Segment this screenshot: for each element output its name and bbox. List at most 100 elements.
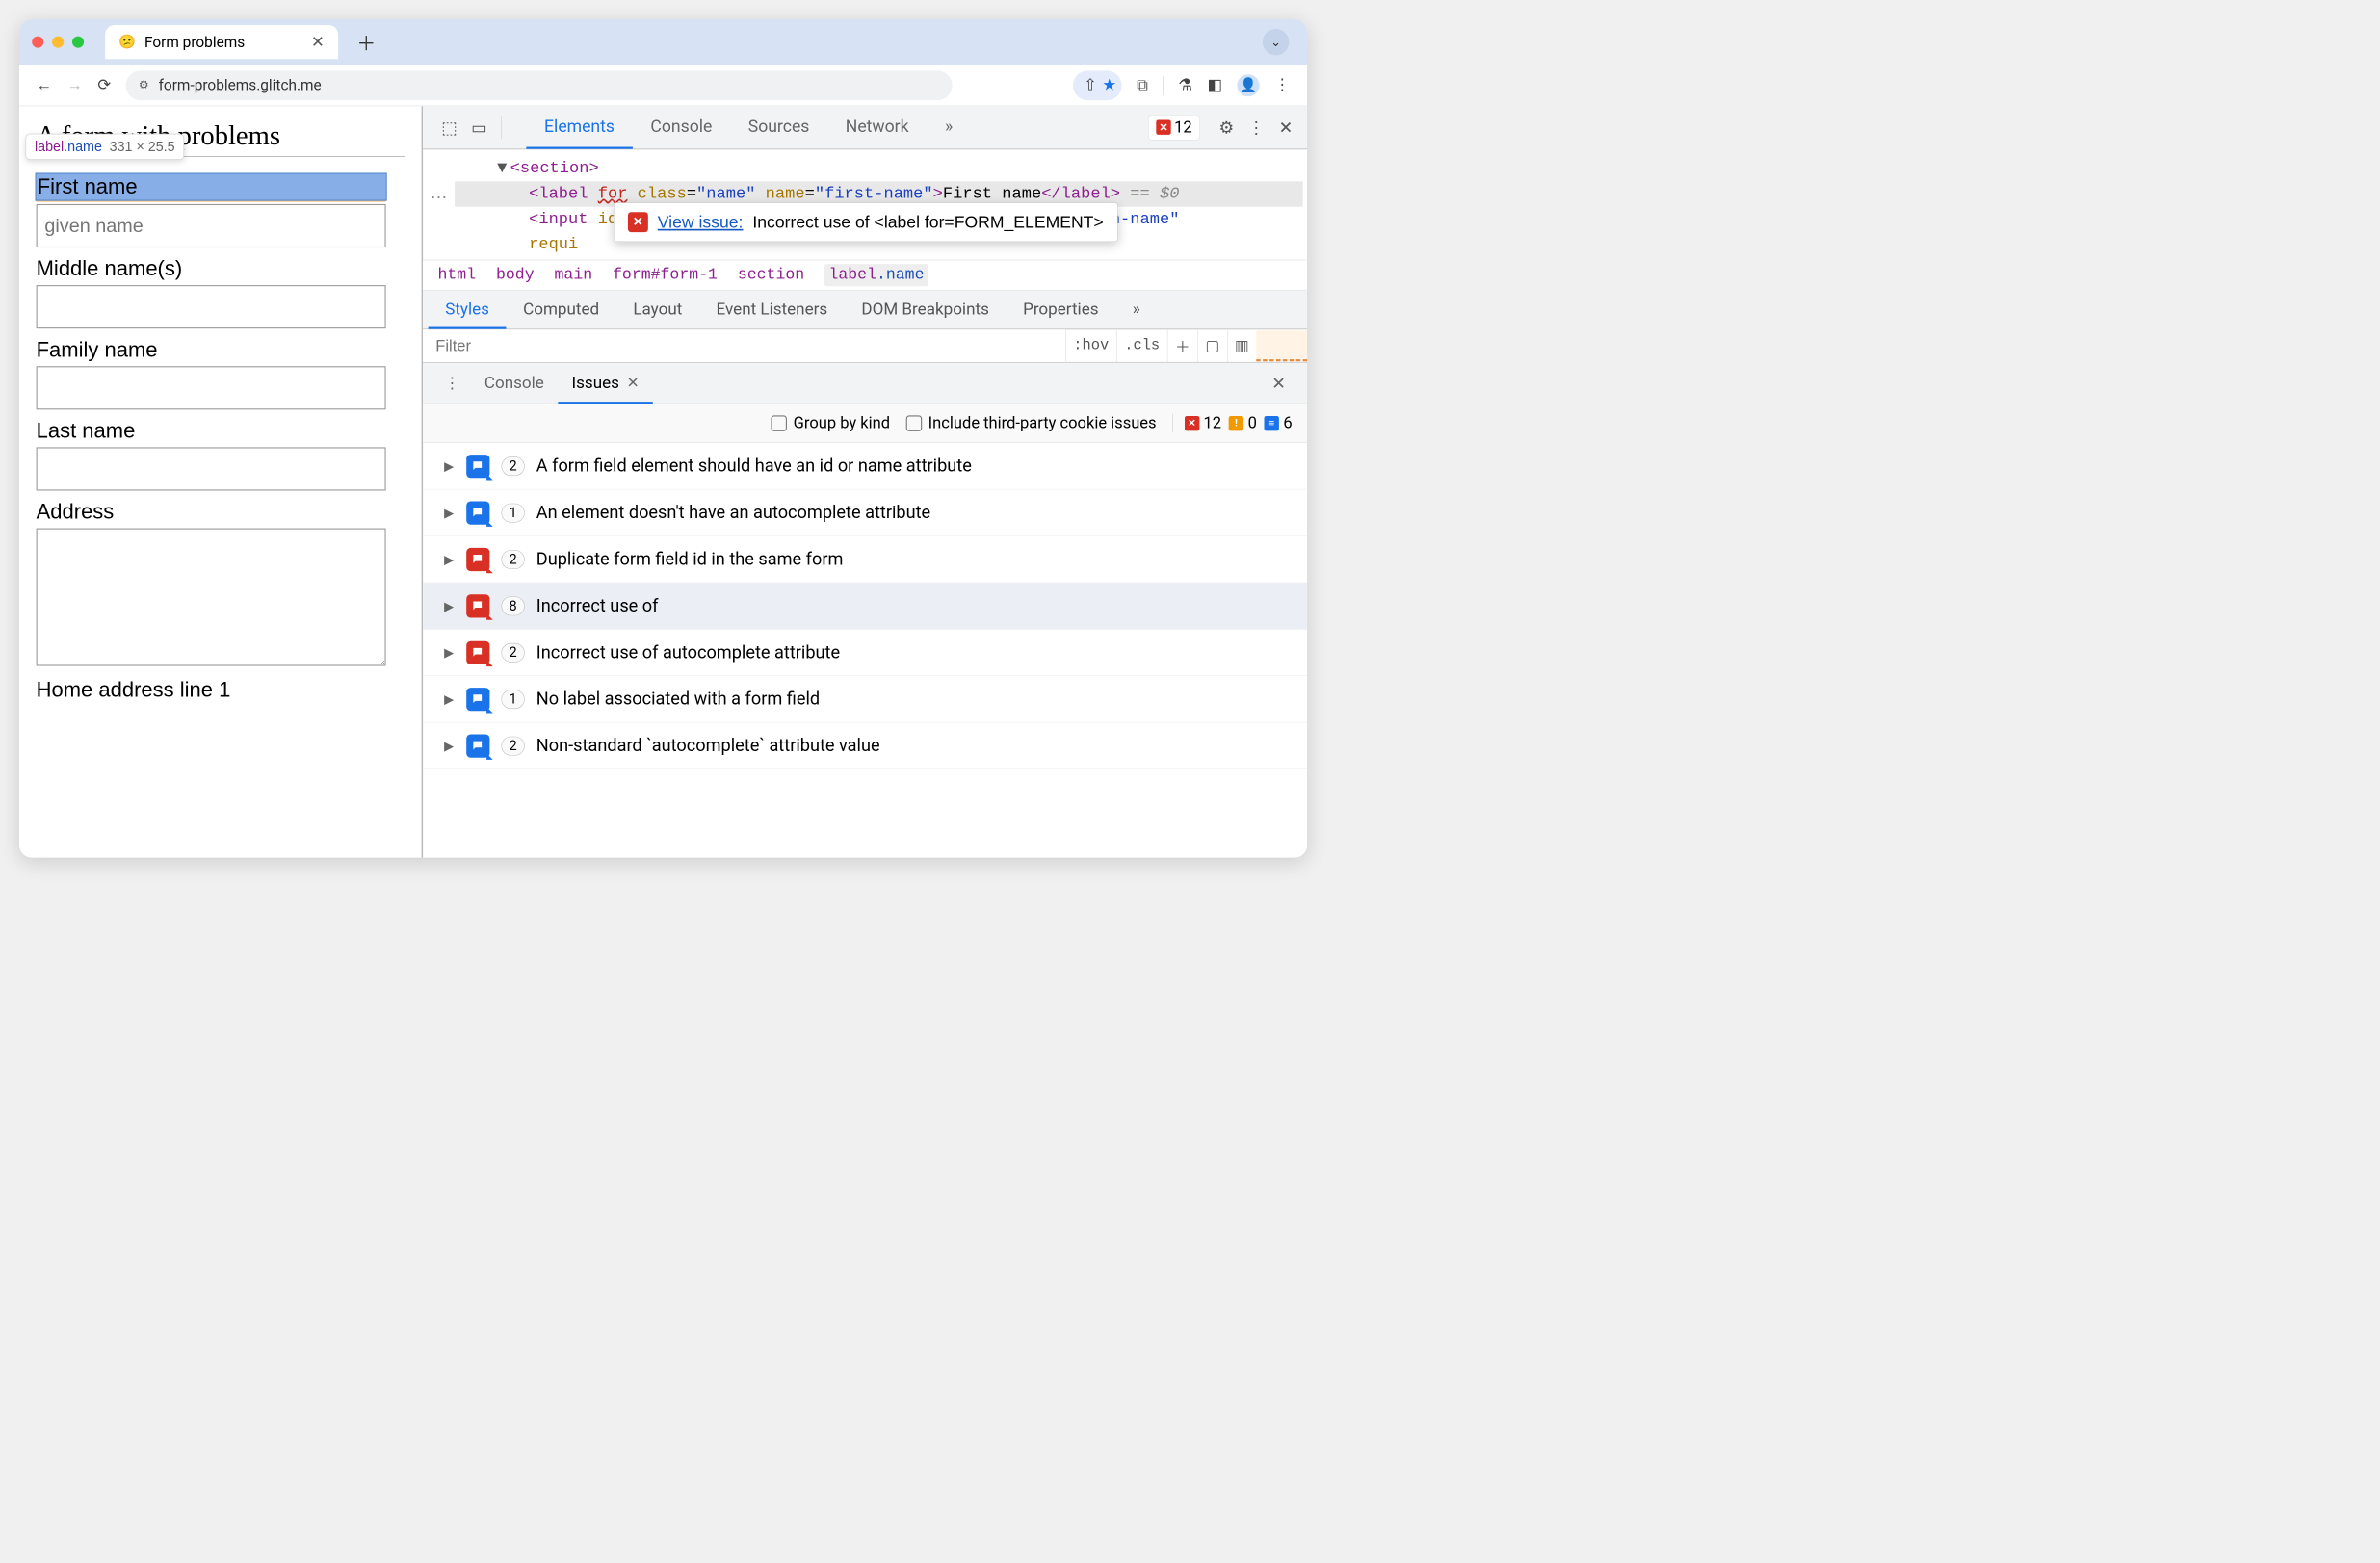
- error-count-badge[interactable]: ✕12: [1185, 414, 1221, 432]
- devtools-panel: ⬚ ▭ Elements Console Sources Network » ✕…: [422, 106, 1307, 857]
- computed-toggle-icon[interactable]: ▥: [1227, 329, 1257, 362]
- last-name-input[interactable]: [37, 447, 386, 490]
- address-textarea[interactable]: [37, 529, 386, 666]
- issue-kind-icon: [466, 688, 489, 711]
- issue-kind-icon: [466, 734, 489, 757]
- properties-tab[interactable]: Properties: [1006, 290, 1115, 329]
- minimize-window[interactable]: [52, 37, 64, 48]
- new-tab-button[interactable]: ＋: [354, 30, 379, 54]
- drawer-menu-icon[interactable]: ⋮: [433, 374, 471, 392]
- dom-breakpoints-tab[interactable]: DOM Breakpoints: [845, 290, 1007, 329]
- computed-tab[interactable]: Computed: [507, 290, 616, 329]
- styles-tab[interactable]: Styles: [429, 290, 507, 329]
- drawer-issues-tab[interactable]: Issues ✕: [558, 362, 653, 404]
- crumb-html[interactable]: html: [438, 266, 477, 284]
- family-name-input[interactable]: [37, 366, 386, 409]
- crumb-main[interactable]: main: [555, 266, 593, 284]
- issue-row[interactable]: ▶8Incorrect use of: [423, 583, 1307, 629]
- profile-avatar-icon[interactable]: 👤: [1237, 74, 1259, 96]
- issue-row[interactable]: ▶2A form field element should have an id…: [423, 443, 1307, 489]
- drawer-close-icon[interactable]: ✕: [1261, 373, 1296, 393]
- crumb-form[interactable]: form#form-1: [613, 266, 718, 284]
- devtools-close-icon[interactable]: ✕: [1272, 117, 1300, 138]
- forward-button[interactable]: →: [67, 76, 84, 94]
- close-window[interactable]: [32, 37, 43, 48]
- expand-icon[interactable]: ▶: [444, 506, 455, 520]
- issue-row[interactable]: ▶1An element doesn't have an autocomplet…: [423, 489, 1307, 535]
- issues-list: ▶2A form field element should have an id…: [423, 443, 1307, 858]
- crumb-section[interactable]: section: [738, 266, 804, 284]
- info-count-badge[interactable]: ≡6: [1265, 414, 1293, 432]
- maximize-window[interactable]: [72, 37, 84, 48]
- include-thirdparty-checkbox[interactable]: Include third-party cookie issues: [906, 414, 1157, 432]
- extensions-icon[interactable]: ⧉: [1137, 76, 1148, 94]
- dom-actions-icon[interactable]: ⋯: [431, 186, 449, 211]
- dom-section: <section>: [510, 159, 599, 177]
- issue-count: 2: [502, 456, 525, 476]
- cls-toggle[interactable]: .cls: [1116, 329, 1167, 362]
- expand-icon[interactable]: ▶: [444, 739, 455, 753]
- panel-overflow-icon[interactable]: »: [1115, 290, 1157, 329]
- inspect-element-icon[interactable]: ⬚: [435, 117, 463, 138]
- close-tab-icon[interactable]: ✕: [311, 33, 325, 51]
- issue-tooltip: ✕ View issue: Incorrect use of <label fo…: [614, 202, 1117, 242]
- styles-filter-input[interactable]: [423, 329, 1065, 362]
- styles-panel-tabs: Styles Computed Layout Event Listeners D…: [423, 291, 1307, 330]
- first-name-input[interactable]: [37, 204, 386, 247]
- group-by-kind-checkbox[interactable]: Group by kind: [772, 414, 891, 432]
- device-toggle-icon[interactable]: ▭: [465, 117, 493, 138]
- dom-breadcrumb[interactable]: html body main form#form-1 section label…: [423, 260, 1307, 291]
- layout-tab[interactable]: Layout: [616, 290, 699, 329]
- console-tab[interactable]: Console: [633, 106, 730, 149]
- close-drawer-tab-icon[interactable]: ✕: [627, 374, 640, 391]
- issue-count: 2: [502, 736, 525, 755]
- sources-tab[interactable]: Sources: [730, 106, 827, 149]
- settings-gear-icon[interactable]: ⚙: [1213, 117, 1241, 138]
- warn-count-badge[interactable]: !0: [1229, 414, 1257, 432]
- last-name-label: Last name: [37, 419, 405, 443]
- bookmark-star-icon[interactable]: ★: [1102, 76, 1116, 94]
- expand-icon[interactable]: ▶: [444, 691, 455, 706]
- drawer-tabs: ⋮ Console Issues ✕ ✕: [423, 362, 1307, 404]
- lab-icon[interactable]: ⚗: [1178, 76, 1192, 94]
- panel-icon[interactable]: ◧: [1207, 76, 1222, 94]
- dom-tree[interactable]: ▼<section> ⋯ <label for class="name" nam…: [423, 149, 1307, 259]
- style-brush-icon[interactable]: ▢: [1197, 329, 1227, 362]
- network-tab[interactable]: Network: [827, 106, 927, 149]
- kebab-menu-icon[interactable]: ⋮: [1274, 76, 1291, 94]
- hov-toggle[interactable]: :hov: [1065, 329, 1116, 362]
- middle-names-input[interactable]: [37, 285, 386, 328]
- view-issue-link[interactable]: View issue:: [658, 209, 744, 234]
- back-button[interactable]: ←: [37, 76, 53, 94]
- address-label: Address: [37, 500, 405, 524]
- expand-icon[interactable]: ▶: [444, 645, 455, 660]
- reload-button[interactable]: ⟳: [97, 76, 111, 94]
- issue-text: No label associated with a form field: [536, 689, 820, 709]
- issue-count: 2: [502, 550, 525, 569]
- issue-row[interactable]: ▶2Duplicate form field id in the same fo…: [423, 536, 1307, 583]
- tabs-overflow-icon[interactable]: »: [927, 106, 971, 149]
- crumb-label[interactable]: label.name: [824, 264, 928, 286]
- elements-tab[interactable]: Elements: [526, 106, 632, 149]
- tooltip-tag: label: [35, 139, 64, 155]
- address-bar[interactable]: ⚙ form-problems.glitch.me: [126, 70, 953, 100]
- browser-tab[interactable]: 😕 Form problems ✕: [105, 25, 338, 59]
- site-info-icon[interactable]: ⚙: [139, 79, 149, 92]
- inspect-tooltip: label.name 331 × 25.5: [26, 134, 184, 160]
- share-icon[interactable]: ⇧: [1084, 76, 1097, 94]
- issue-row[interactable]: ▶2Non-standard `autocomplete` attribute …: [423, 722, 1307, 768]
- event-listeners-tab[interactable]: Event Listeners: [699, 290, 845, 329]
- expand-icon[interactable]: ▶: [444, 598, 455, 612]
- new-style-icon[interactable]: ＋: [1167, 329, 1197, 362]
- tab-overflow-icon[interactable]: ⌄: [1263, 29, 1290, 56]
- error-count-badge[interactable]: ✕ 12: [1148, 115, 1200, 141]
- issue-row[interactable]: ▶2Incorrect use of autocomplete attribut…: [423, 630, 1307, 676]
- issue-count: 1: [502, 690, 525, 709]
- issue-row[interactable]: ▶ 1 No label associated with a form field: [423, 676, 1307, 722]
- expand-icon[interactable]: ▶: [444, 552, 455, 566]
- expand-icon[interactable]: ▶: [444, 458, 455, 473]
- error-icon: ✕: [628, 212, 648, 232]
- devtools-menu-icon[interactable]: ⋮: [1242, 117, 1270, 138]
- drawer-console-tab[interactable]: Console: [471, 362, 559, 404]
- crumb-body[interactable]: body: [496, 266, 535, 284]
